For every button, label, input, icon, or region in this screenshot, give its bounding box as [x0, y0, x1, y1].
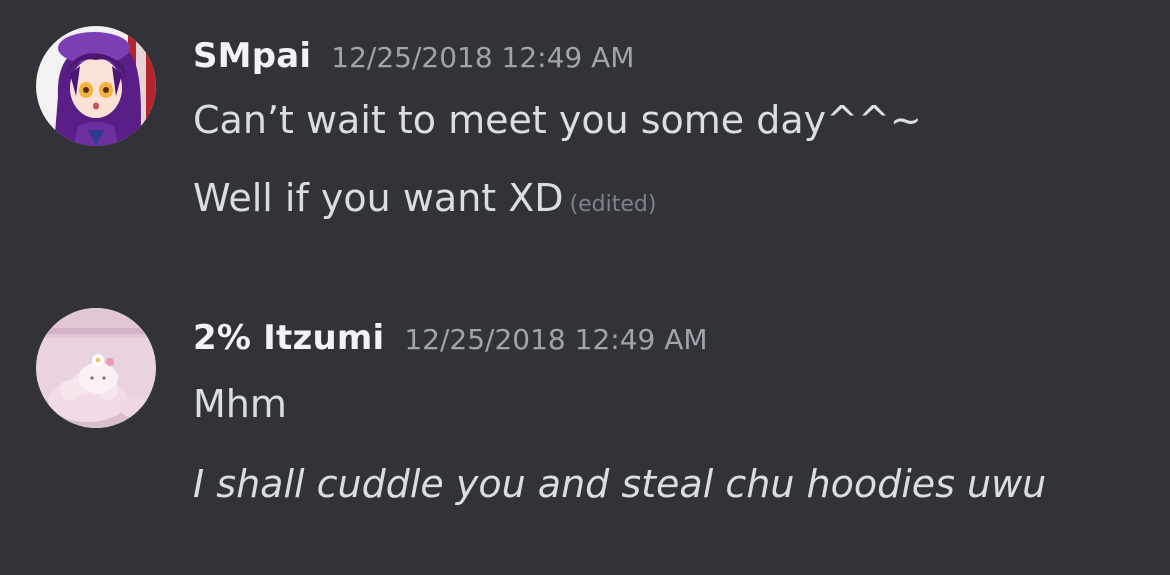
edited-label: (edited) — [569, 192, 657, 217]
message-text: Well if you want XD (edited) — [193, 174, 656, 229]
message-text: Mhm — [193, 380, 287, 428]
user-avatar[interactable] — [36, 308, 156, 428]
message-text: Can’t wait to meet you some day^^~ — [193, 96, 922, 144]
message-group: 2% Itzumi 12/25/2018 12:49 AM Mhm I shall… — [0, 306, 1170, 546]
timestamp: 12/25/2018 12:49 AM — [331, 41, 635, 74]
message-text: I shall cuddle you and steal chu hoodies… — [193, 460, 1046, 508]
username[interactable]: 2% Itzumi — [193, 318, 384, 358]
username[interactable]: SMpai — [193, 36, 311, 76]
chat-log: SMpai 12/25/2018 12:49 AM Can’t wait to m… — [0, 0, 1170, 575]
user-avatar[interactable] — [36, 26, 156, 146]
pink-sheep-avatar-icon — [36, 308, 156, 428]
timestamp: 12/25/2018 12:49 AM — [404, 323, 708, 356]
message-content: Well if you want XD — [193, 176, 564, 220]
message-group: SMpai 12/25/2018 12:49 AM Can’t wait to m… — [0, 24, 1170, 254]
message-content: Can’t wait to meet you some day^^~ — [193, 98, 922, 142]
message-header: SMpai 12/25/2018 12:49 AM — [193, 34, 634, 78]
message-content: I shall cuddle you and steal chu hoodies… — [193, 462, 1047, 506]
anime-girl-purple-hair-avatar-icon — [36, 26, 156, 146]
message-content: Mhm — [193, 382, 287, 426]
message-header: 2% Itzumi 12/25/2018 12:49 AM — [193, 316, 708, 360]
